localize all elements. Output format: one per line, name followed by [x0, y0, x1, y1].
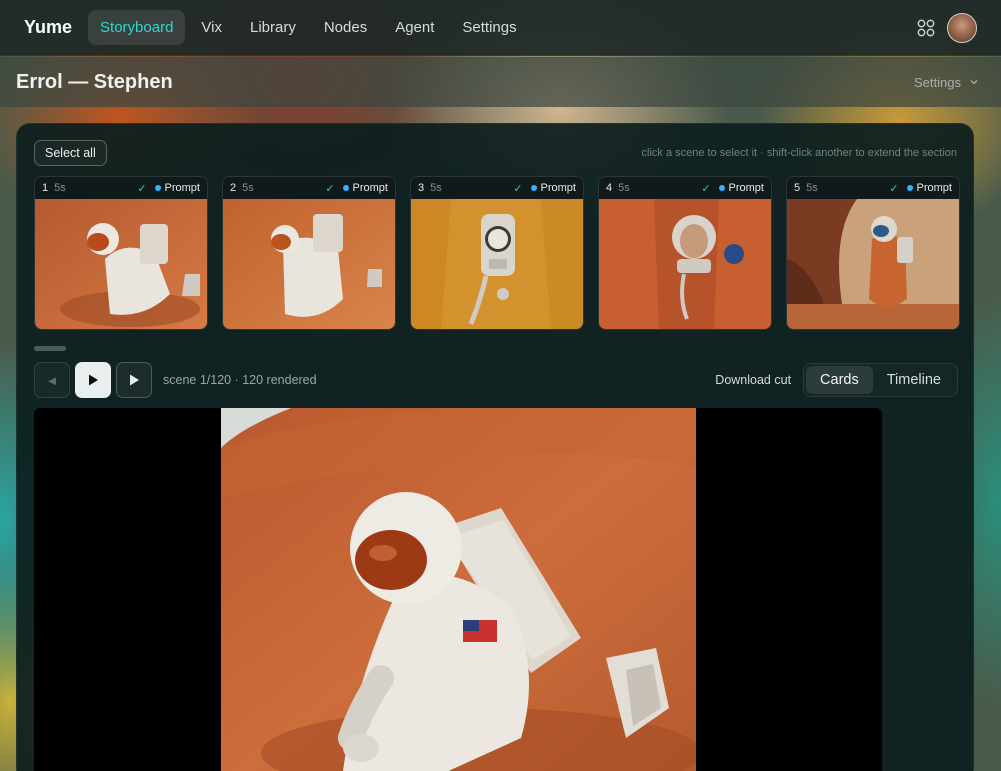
view-mode-toggle: Cards Timeline — [803, 363, 958, 397]
scene-duration: 5s — [430, 182, 442, 194]
scene-duration: 5s — [618, 182, 630, 194]
scene-card-header: 4 5s ✓ Prompt — [599, 177, 771, 199]
download-cut-button[interactable]: Download cut — [715, 373, 791, 387]
project-title: Errol — Stephen — [16, 70, 173, 93]
scene-thumbnail — [35, 199, 207, 329]
scene-card[interactable]: 2 5s ✓ Prompt — [222, 176, 396, 330]
play-icon — [89, 374, 98, 386]
scene-number: 3 — [418, 182, 425, 194]
app-brand[interactable]: Yume — [24, 17, 72, 38]
previous-icon: ◄ — [45, 372, 59, 388]
scene-thumbnail — [223, 199, 395, 329]
scene-thumbnail — [599, 199, 771, 329]
check-icon: ✓ — [137, 182, 147, 195]
previous-scene-button[interactable]: ◄ — [34, 362, 70, 398]
top-navigation: Yume Storyboard Vix Library Nodes Agent … — [0, 0, 1001, 56]
scene-card[interactable]: 4 5s ✓ Prompt — [598, 176, 772, 330]
scene-prompt-button[interactable]: Prompt — [165, 182, 200, 194]
scene-prompt-button[interactable]: Prompt — [917, 182, 952, 194]
scene-duration: 5s — [242, 182, 254, 194]
view-mode-cards[interactable]: Cards — [806, 366, 873, 394]
player-controls: ◄ scene 1/120 · 120 rendered Download cu… — [34, 362, 958, 398]
scene-card-header: 1 5s ✓ Prompt — [35, 177, 207, 199]
scene-card[interactable]: 3 5s ✓ Prompt — [410, 176, 584, 330]
video-preview[interactable] — [34, 408, 882, 771]
scene-strip: 1 5s ✓ Prompt 2 5s ✓ Prompt 3 5s ✓ Promp… — [34, 176, 960, 330]
nav-item-vix[interactable]: Vix — [189, 10, 234, 45]
scene-card-header: 3 5s ✓ Prompt — [411, 177, 583, 199]
scene-prompt-button[interactable]: Prompt — [729, 182, 764, 194]
storyboard-panel: Select all click a scene to select it · … — [16, 123, 974, 771]
apps-grid-icon[interactable] — [917, 19, 935, 37]
chevron-down-icon — [970, 80, 978, 85]
check-icon: ✓ — [889, 182, 899, 195]
nav-item-storyboard[interactable]: Storyboard — [88, 10, 186, 45]
prompt-status-dot — [342, 185, 349, 191]
scene-prompt-button[interactable]: Prompt — [353, 182, 388, 194]
play-button[interactable] — [75, 362, 111, 398]
preview-frame — [221, 408, 696, 771]
user-avatar[interactable] — [947, 12, 977, 43]
prompt-status-dot — [718, 185, 725, 191]
check-icon: ✓ — [513, 182, 523, 195]
nav-right-actions — [917, 12, 1001, 43]
project-settings-dropdown[interactable]: Settings — [914, 75, 985, 90]
scene-card-header: 2 5s ✓ Prompt — [223, 177, 395, 199]
prompt-status-dot — [154, 185, 161, 191]
nav-item-agent[interactable]: Agent — [383, 10, 446, 45]
view-mode-timeline[interactable]: Timeline — [873, 366, 955, 394]
scene-number: 4 — [606, 182, 613, 194]
project-header: Errol — Stephen Settings — [0, 57, 1001, 107]
scene-thumbnail — [787, 199, 959, 329]
scene-card[interactable]: 5 5s ✓ Prompt — [786, 176, 960, 330]
scene-thumbnail — [411, 199, 583, 329]
scene-card[interactable]: 1 5s ✓ Prompt — [34, 176, 208, 330]
prompt-status-dot — [906, 185, 913, 191]
prompt-status-dot — [530, 185, 537, 191]
selection-hint: click a scene to select it · shift-click… — [641, 147, 957, 159]
play-icon — [130, 374, 139, 386]
check-icon: ✓ — [701, 182, 711, 195]
project-settings-label: Settings — [914, 74, 961, 90]
nav-item-library[interactable]: Library — [238, 10, 308, 45]
scene-number: 1 — [42, 182, 49, 194]
nav-item-nodes[interactable]: Nodes — [312, 10, 379, 45]
scene-duration: 5s — [54, 182, 66, 194]
scene-number: 5 — [794, 182, 801, 194]
render-status: scene 1/120 · 120 rendered — [163, 373, 317, 387]
scene-duration: 5s — [806, 182, 818, 194]
select-all-button[interactable]: Select all — [34, 140, 107, 166]
play-scene-button[interactable] — [116, 362, 152, 398]
scene-prompt-button[interactable]: Prompt — [541, 182, 576, 194]
scene-card-header: 5 5s ✓ Prompt — [787, 177, 959, 199]
nav-item-settings[interactable]: Settings — [450, 10, 528, 45]
scene-strip-scrollbar[interactable] — [34, 346, 66, 351]
scene-number: 2 — [230, 182, 237, 194]
check-icon: ✓ — [325, 182, 335, 195]
